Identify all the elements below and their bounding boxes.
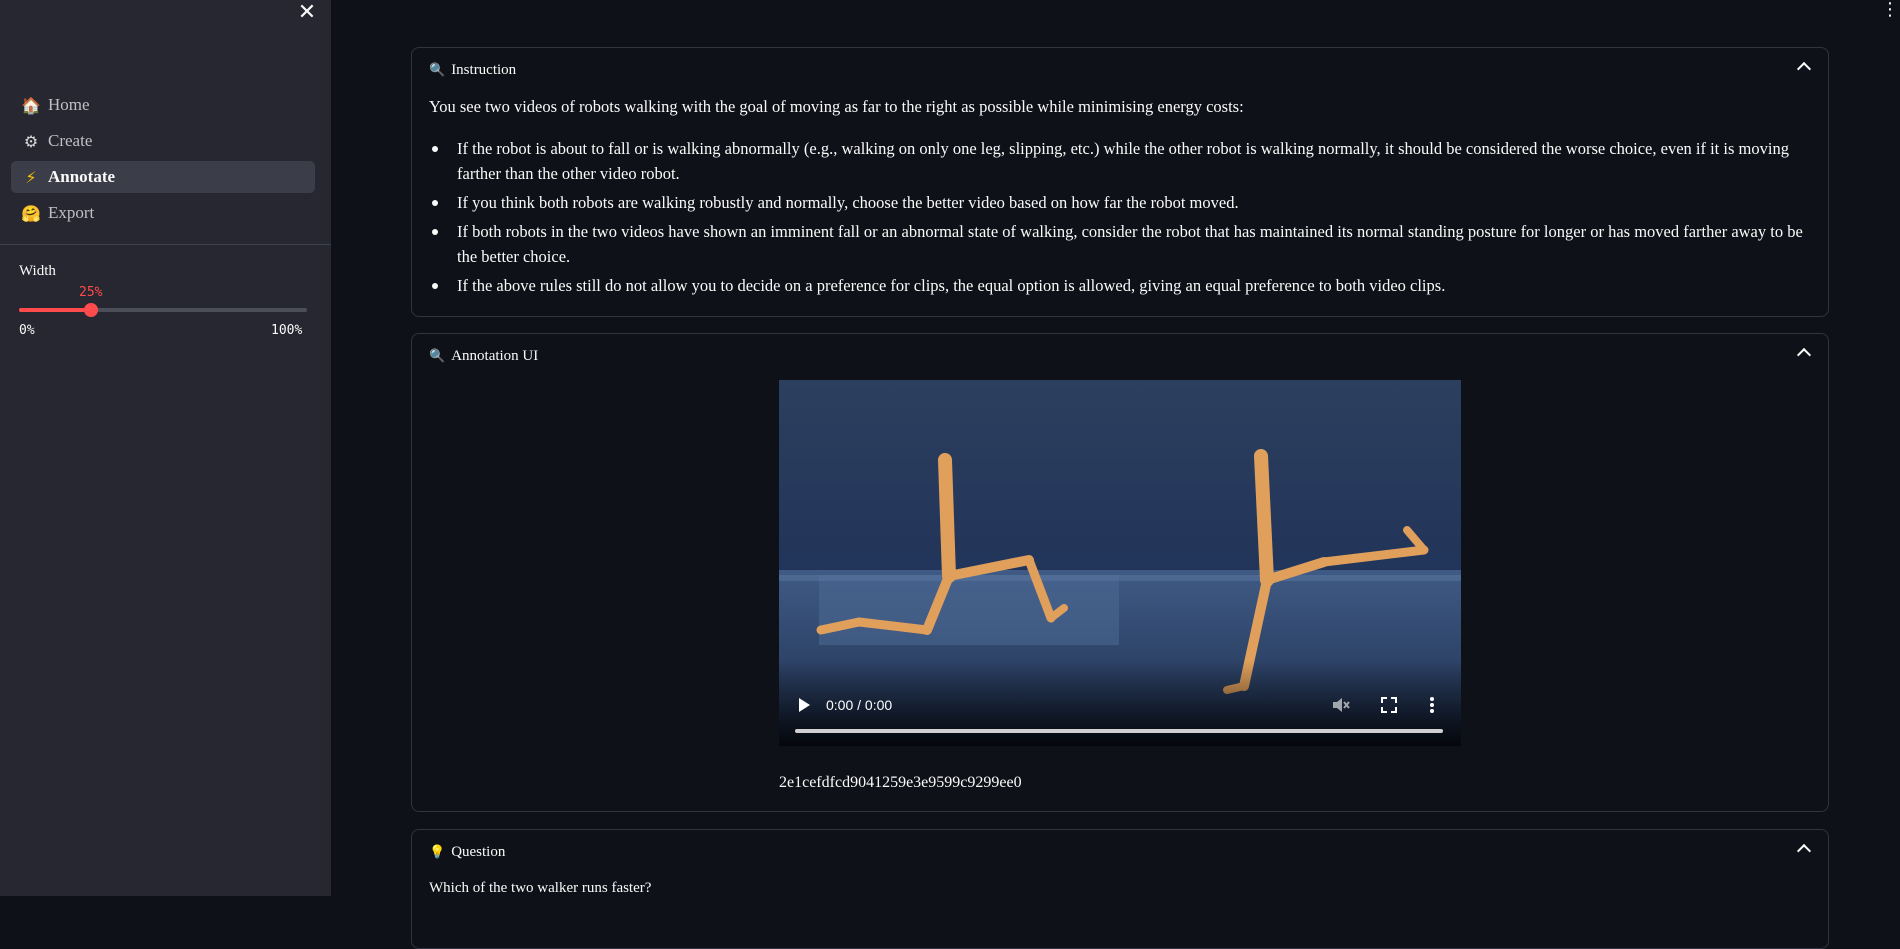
- instruction-intro: You see two videos of robots walking wit…: [429, 97, 1244, 116]
- annotation-header[interactable]: 🔍 Annotation UI: [412, 334, 1828, 378]
- list-item: If the robot is about to fall or is walk…: [429, 136, 1814, 186]
- question-expander: 💡 Question Which of the two walker runs …: [411, 829, 1829, 949]
- list-item: If you think both robots are walking rob…: [429, 190, 1814, 215]
- instruction-header[interactable]: 🔍 Instruction: [412, 48, 1828, 92]
- chevron-up-icon[interactable]: [1796, 347, 1812, 363]
- width-slider-fill: [19, 308, 91, 312]
- nav-item-annotate[interactable]: ⚡ Annotate: [11, 161, 315, 193]
- width-slider-value: 25%: [79, 285, 103, 300]
- video-player[interactable]: 0:00 / 0:00: [779, 380, 1461, 746]
- main-menu-button[interactable]: ⋮: [1881, 0, 1899, 22]
- nav-item-label: Home: [48, 95, 90, 114]
- list-item: If both robots in the two videos have sh…: [429, 219, 1814, 269]
- instruction-title-text: Instruction: [451, 62, 517, 78]
- kebab-menu-icon: ⋮: [1881, 0, 1899, 20]
- gear-icon: ⚙: [23, 131, 39, 151]
- nav-item-label: Create: [48, 131, 93, 150]
- lightning-icon: ⚡: [25, 167, 37, 187]
- video-controls: 0:00 / 0:00: [779, 666, 1461, 746]
- volume-muted-icon: [1333, 698, 1350, 712]
- house-icon: 🏠: [21, 95, 41, 115]
- lightbulb-icon: 💡: [429, 845, 446, 860]
- video-seek-bar[interactable]: [795, 729, 1443, 733]
- chevron-up-icon[interactable]: [1796, 843, 1812, 859]
- magnifier-icon: 🔍: [429, 63, 446, 78]
- question-text: Which of the two walker runs faster?: [429, 880, 652, 896]
- close-sidebar-button[interactable]: ✕: [296, 2, 318, 24]
- annotation-title: 🔍 Annotation UI: [429, 348, 538, 365]
- sidebar: ✕ 🏠 Home ⚙ Create ⚡ Annotate 🤗 Export Wi…: [0, 0, 331, 896]
- question-title: 💡 Question: [429, 844, 505, 861]
- instruction-rules: If the robot is about to fall or is walk…: [429, 136, 1814, 302]
- magnifier-icon: 🔍: [429, 349, 446, 364]
- annotation-expander: 🔍 Annotation UI 0:00 / 0:00 2e1cefdfcd90…: [411, 333, 1829, 812]
- instruction-expander: 🔍 Instruction You see two videos of robo…: [411, 47, 1829, 317]
- video-id: 2e1cefdfcd9041259e3e9599c9299ee0: [779, 774, 1022, 791]
- play-icon: [799, 698, 810, 712]
- nav-item-label: Export: [48, 203, 95, 222]
- instruction-title: 🔍 Instruction: [429, 62, 516, 79]
- annotation-title-text: Annotation UI: [451, 348, 539, 364]
- chevron-up-icon[interactable]: [1796, 61, 1812, 77]
- close-icon: ✕: [297, 0, 317, 25]
- video-time: 0:00 / 0:00: [826, 697, 893, 713]
- fullscreen-icon: [1381, 697, 1397, 713]
- nav-item-home[interactable]: 🏠 Home: [11, 89, 315, 121]
- kebab-menu-icon: [1430, 697, 1434, 713]
- nav-item-label: Annotate: [48, 167, 116, 186]
- width-slider-min: 0%: [19, 323, 35, 338]
- width-slider-thumb[interactable]: [84, 303, 98, 317]
- sidebar-nav: 🏠 Home ⚙ Create ⚡ Annotate 🤗 Export: [11, 89, 315, 233]
- list-item: If the above rules still do not allow yo…: [429, 273, 1814, 298]
- question-title-text: Question: [451, 844, 506, 860]
- question-header[interactable]: 💡 Question: [412, 830, 1828, 874]
- nav-item-create[interactable]: ⚙ Create: [11, 125, 315, 157]
- width-slider[interactable]: [19, 303, 307, 317]
- width-slider-label: Width: [19, 263, 56, 279]
- nav-item-export[interactable]: 🤗 Export: [11, 197, 315, 229]
- width-slider-max: 100%: [271, 323, 303, 338]
- sidebar-divider: [0, 244, 331, 245]
- hugging-face-icon: 🤗: [21, 203, 41, 223]
